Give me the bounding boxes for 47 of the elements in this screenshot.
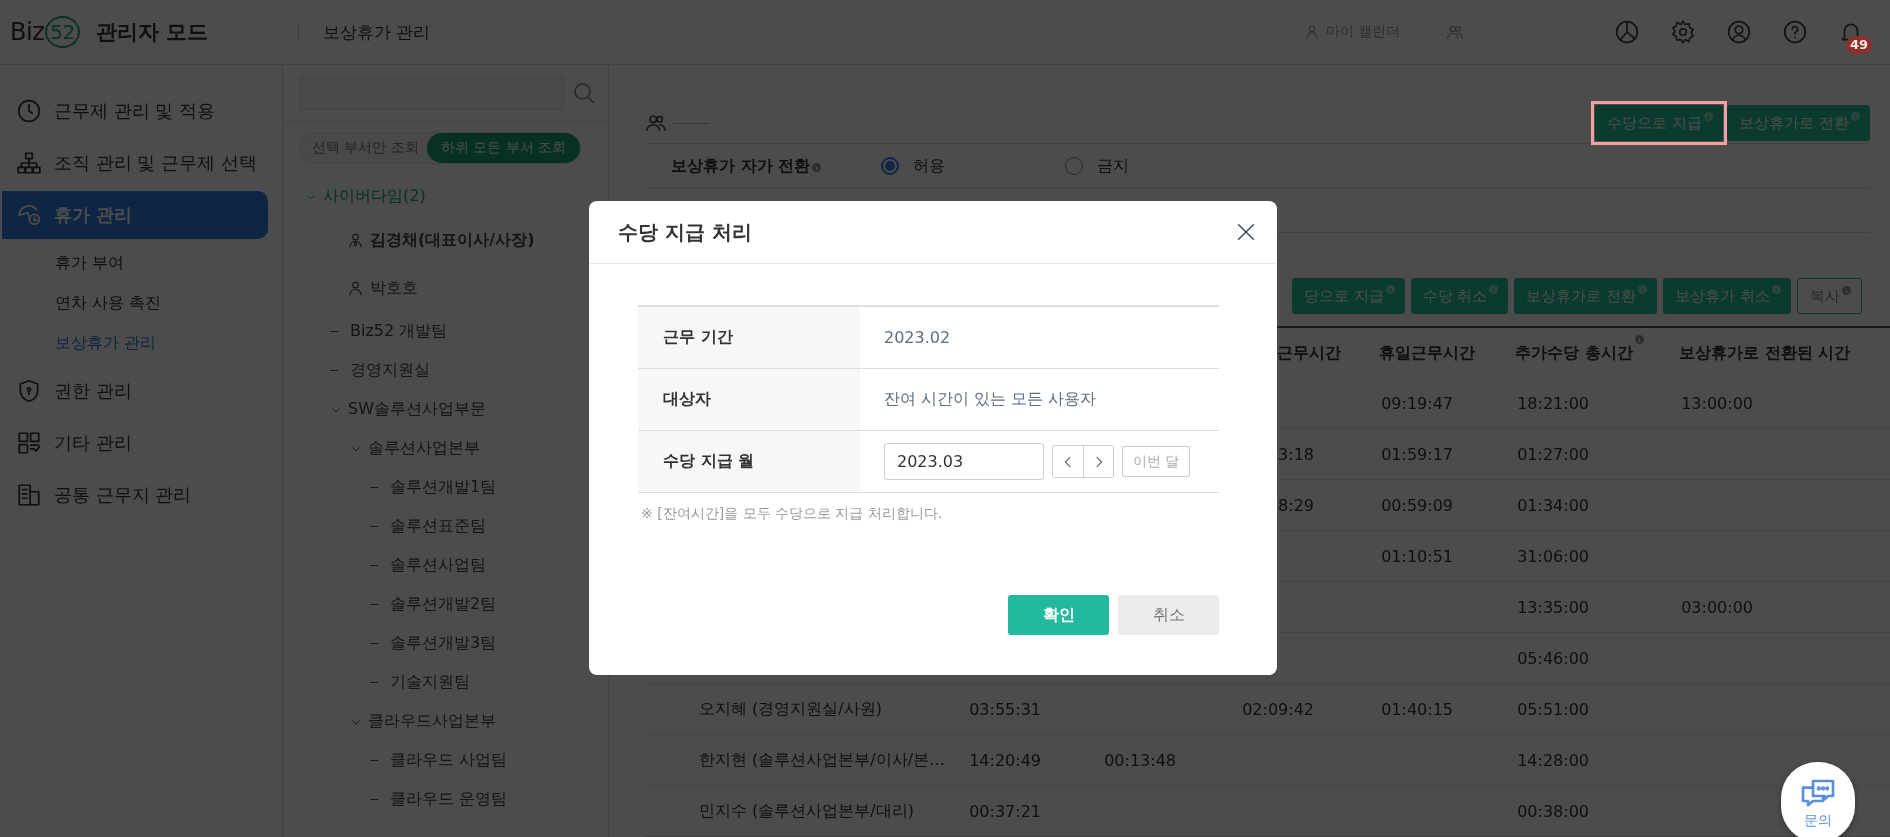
- table-cell: 오지혜 (경영지원실/사원): [699, 698, 882, 720]
- field-value: 잔여 시간이 있는 모든 사용자: [884, 389, 1097, 410]
- cancel-button[interactable]: 취소: [1118, 595, 1219, 635]
- table-cell-text: 01:59:17: [1380, 444, 1453, 464]
- table-cell-text: 00:38:00: [1516, 801, 1589, 821]
- table-cell-text: 00:13:48: [1103, 750, 1176, 770]
- table-cell-text: 18:21:00: [1516, 393, 1589, 413]
- table-cell: 민지수 (솔루션사업본부/대리): [699, 800, 914, 822]
- app-mode-title: 관리자 모드: [95, 19, 208, 46]
- column-header: 보상휴가로 전환된 시간: [1679, 342, 1851, 364]
- field-label: 대상자: [663, 389, 711, 410]
- table-cell-text: 13:35:00: [1516, 597, 1589, 617]
- field-value: 2023.02: [884, 328, 951, 347]
- table-cell-text: 05:46:00: [1516, 648, 1589, 668]
- column-header: 휴일근무시간: [1379, 342, 1475, 364]
- column-header: 추가수당 총시간: [1515, 342, 1633, 364]
- setting-label: 보상휴가 자가 전환: [671, 155, 811, 177]
- table-cell-text: 01:10:51: [1380, 546, 1453, 566]
- column-header: 근무시간: [1277, 342, 1341, 364]
- table-cell-text: 3:18: [1277, 444, 1314, 464]
- this-month-button[interactable]: 이번 달: [1122, 446, 1191, 477]
- next-button[interactable]: [1083, 446, 1113, 477]
- field-label: 수당 지급 월: [663, 451, 755, 472]
- table-cell: 한지현 (솔루션사업본부/이사/본…: [699, 749, 946, 771]
- table-cell-text: 02:09:42: [1241, 699, 1314, 719]
- note-text: ※ [잔여시간]을 모두 수당으로 지급 처리합니다.: [641, 505, 944, 523]
- table-cell-text: 31:06:00: [1516, 546, 1589, 566]
- confirm-button[interactable]: 확인: [1008, 595, 1109, 635]
- table-cell-text: 03:00:00: [1680, 597, 1753, 617]
- table-cell-text: 00:59:09: [1380, 495, 1453, 515]
- table-cell-text: 8:29: [1277, 495, 1314, 515]
- table-cell-text: 00:37:21: [968, 801, 1041, 821]
- table-cell-text: 01:40:15: [1380, 699, 1453, 719]
- table-cell-text: 03:55:31: [968, 699, 1041, 719]
- dialog-title: 수당 지급 처리: [618, 218, 753, 246]
- table-cell-text: 09:19:47: [1380, 393, 1453, 413]
- close-icon: [1235, 221, 1257, 243]
- table-cell-text: 14:20:49: [968, 750, 1041, 770]
- table-cell-text: 13:00:00: [1680, 393, 1753, 413]
- field-label: 근무 기간: [663, 327, 733, 348]
- page-title: 보상휴가 관리: [323, 20, 431, 44]
- table-cell-text: 14:28:00: [1516, 750, 1589, 770]
- month-field[interactable]: 2023.03: [884, 443, 1044, 480]
- table-cell-text: 01:27:00: [1516, 444, 1589, 464]
- close-button[interactable]: [1235, 221, 1257, 243]
- table-cell-text: 01:34:00: [1516, 495, 1589, 515]
- table-cell-text: 05:51:00: [1516, 699, 1589, 719]
